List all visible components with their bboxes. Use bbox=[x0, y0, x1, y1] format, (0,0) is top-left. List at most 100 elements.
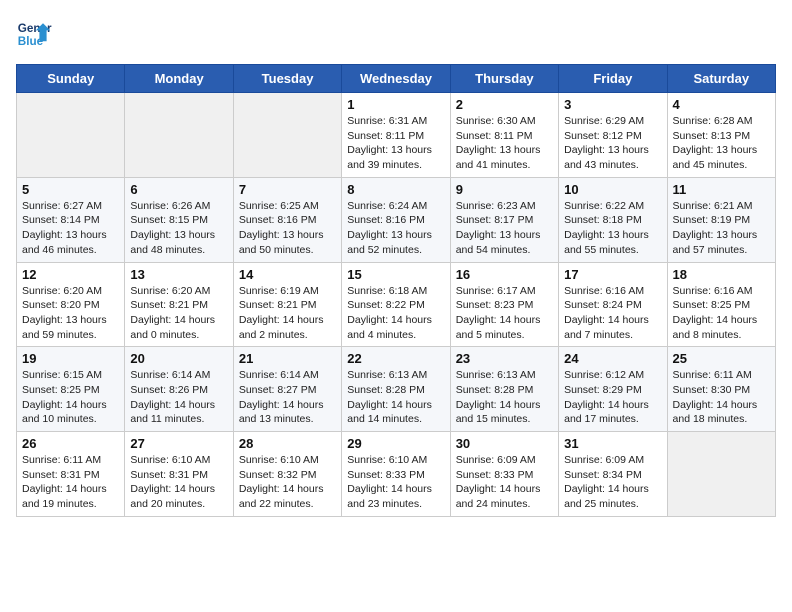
calendar-cell bbox=[17, 93, 125, 178]
logo-icon: General Blue bbox=[16, 16, 52, 52]
calendar-cell: 24 Sunrise: 6:12 AM Sunset: 8:29 PM Dayli… bbox=[559, 347, 667, 432]
day-number: 4 bbox=[673, 97, 770, 112]
day-number: 17 bbox=[564, 267, 661, 282]
day-number: 13 bbox=[130, 267, 227, 282]
calendar-cell: 4 Sunrise: 6:28 AM Sunset: 8:13 PM Daylig… bbox=[667, 93, 775, 178]
day-info: Sunrise: 6:16 AM Sunset: 8:24 PM Dayligh… bbox=[564, 284, 661, 343]
calendar-cell: 6Sunrise: 6:26 AM Sunset: 8:15 PM Daylig… bbox=[125, 177, 233, 262]
weekday-header-row: SundayMondayTuesdayWednesdayThursdayFrid… bbox=[17, 65, 776, 93]
day-info: Sunrise: 6:11 AM Sunset: 8:30 PM Dayligh… bbox=[673, 368, 770, 427]
day-number: 19 bbox=[22, 351, 119, 366]
day-info: Sunrise: 6:20 AM Sunset: 8:20 PM Dayligh… bbox=[22, 284, 119, 343]
calendar-cell: 19 Sunrise: 6:15 AM Sunset: 8:25 PM Dayli… bbox=[17, 347, 125, 432]
day-number: 7 bbox=[239, 182, 336, 197]
calendar-cell: 17 Sunrise: 6:16 AM Sunset: 8:24 PM Dayli… bbox=[559, 262, 667, 347]
calendar-cell: 25 Sunrise: 6:11 AM Sunset: 8:30 PM Dayli… bbox=[667, 347, 775, 432]
calendar-cell: 31 Sunrise: 6:09 AM Sunset: 8:34 PM Dayli… bbox=[559, 432, 667, 517]
calendar-cell: 1Sunrise: 6:31 AM Sunset: 8:11 PM Daylig… bbox=[342, 93, 450, 178]
calendar-cell: 7 Sunrise: 6:25 AM Sunset: 8:16 PM Daylig… bbox=[233, 177, 341, 262]
day-number: 8 bbox=[347, 182, 444, 197]
day-number: 16 bbox=[456, 267, 553, 282]
day-number: 24 bbox=[564, 351, 661, 366]
calendar-week-row: 19 Sunrise: 6:15 AM Sunset: 8:25 PM Dayli… bbox=[17, 347, 776, 432]
calendar-cell: 8 Sunrise: 6:24 AM Sunset: 8:16 PM Daylig… bbox=[342, 177, 450, 262]
day-number: 23 bbox=[456, 351, 553, 366]
day-info: Sunrise: 6:09 AM Sunset: 8:34 PM Dayligh… bbox=[564, 453, 661, 512]
day-info: Sunrise: 6:29 AM Sunset: 8:12 PM Dayligh… bbox=[564, 114, 661, 173]
weekday-header-friday: Friday bbox=[559, 65, 667, 93]
calendar-cell: 14 Sunrise: 6:19 AM Sunset: 8:21 PM Dayli… bbox=[233, 262, 341, 347]
calendar-week-row: 1Sunrise: 6:31 AM Sunset: 8:11 PM Daylig… bbox=[17, 93, 776, 178]
weekday-header-wednesday: Wednesday bbox=[342, 65, 450, 93]
calendar-cell: 16 Sunrise: 6:17 AM Sunset: 8:23 PM Dayli… bbox=[450, 262, 558, 347]
day-number: 27 bbox=[130, 436, 227, 451]
page-header: General Blue bbox=[16, 16, 776, 52]
day-number: 2 bbox=[456, 97, 553, 112]
day-number: 26 bbox=[22, 436, 119, 451]
calendar-cell: 9 Sunrise: 6:23 AM Sunset: 8:17 PM Daylig… bbox=[450, 177, 558, 262]
day-info: Sunrise: 6:30 AM Sunset: 8:11 PM Dayligh… bbox=[456, 114, 553, 173]
weekday-header-saturday: Saturday bbox=[667, 65, 775, 93]
calendar-cell: 21 Sunrise: 6:14 AM Sunset: 8:27 PM Dayli… bbox=[233, 347, 341, 432]
day-number: 11 bbox=[673, 182, 770, 197]
calendar-cell: 15 Sunrise: 6:18 AM Sunset: 8:22 PM Dayli… bbox=[342, 262, 450, 347]
day-info: Sunrise: 6:21 AM Sunset: 8:19 PM Dayligh… bbox=[673, 199, 770, 258]
day-info: Sunrise: 6:18 AM Sunset: 8:22 PM Dayligh… bbox=[347, 284, 444, 343]
day-info: Sunrise: 6:25 AM Sunset: 8:16 PM Dayligh… bbox=[239, 199, 336, 258]
day-info: Sunrise: 6:17 AM Sunset: 8:23 PM Dayligh… bbox=[456, 284, 553, 343]
calendar-cell: 30Sunrise: 6:09 AM Sunset: 8:33 PM Dayli… bbox=[450, 432, 558, 517]
day-info: Sunrise: 6:23 AM Sunset: 8:17 PM Dayligh… bbox=[456, 199, 553, 258]
day-number: 28 bbox=[239, 436, 336, 451]
day-number: 21 bbox=[239, 351, 336, 366]
day-info: Sunrise: 6:13 AM Sunset: 8:28 PM Dayligh… bbox=[347, 368, 444, 427]
day-number: 25 bbox=[673, 351, 770, 366]
calendar-cell: 3Sunrise: 6:29 AM Sunset: 8:12 PM Daylig… bbox=[559, 93, 667, 178]
calendar-table: SundayMondayTuesdayWednesdayThursdayFrid… bbox=[16, 64, 776, 517]
calendar-cell: 5Sunrise: 6:27 AM Sunset: 8:14 PM Daylig… bbox=[17, 177, 125, 262]
day-number: 31 bbox=[564, 436, 661, 451]
day-number: 1 bbox=[347, 97, 444, 112]
calendar-cell: 2 Sunrise: 6:30 AM Sunset: 8:11 PM Daylig… bbox=[450, 93, 558, 178]
day-info: Sunrise: 6:11 AM Sunset: 8:31 PM Dayligh… bbox=[22, 453, 119, 512]
calendar-cell: 12 Sunrise: 6:20 AM Sunset: 8:20 PM Dayli… bbox=[17, 262, 125, 347]
weekday-header-thursday: Thursday bbox=[450, 65, 558, 93]
day-info: Sunrise: 6:19 AM Sunset: 8:21 PM Dayligh… bbox=[239, 284, 336, 343]
weekday-header-monday: Monday bbox=[125, 65, 233, 93]
calendar-cell: 11 Sunrise: 6:21 AM Sunset: 8:19 PM Dayli… bbox=[667, 177, 775, 262]
calendar-cell: 22 Sunrise: 6:13 AM Sunset: 8:28 PM Dayli… bbox=[342, 347, 450, 432]
day-info: Sunrise: 6:14 AM Sunset: 8:27 PM Dayligh… bbox=[239, 368, 336, 427]
day-number: 12 bbox=[22, 267, 119, 282]
day-number: 30 bbox=[456, 436, 553, 451]
weekday-header-sunday: Sunday bbox=[17, 65, 125, 93]
day-info: Sunrise: 6:26 AM Sunset: 8:15 PM Dayligh… bbox=[130, 199, 227, 258]
day-number: 15 bbox=[347, 267, 444, 282]
day-number: 14 bbox=[239, 267, 336, 282]
day-info: Sunrise: 6:28 AM Sunset: 8:13 PM Dayligh… bbox=[673, 114, 770, 173]
day-number: 29 bbox=[347, 436, 444, 451]
day-number: 18 bbox=[673, 267, 770, 282]
calendar-cell: 29 Sunrise: 6:10 AM Sunset: 8:33 PM Dayli… bbox=[342, 432, 450, 517]
day-info: Sunrise: 6:14 AM Sunset: 8:26 PM Dayligh… bbox=[130, 368, 227, 427]
calendar-cell: 10Sunrise: 6:22 AM Sunset: 8:18 PM Dayli… bbox=[559, 177, 667, 262]
calendar-cell: 26 Sunrise: 6:11 AM Sunset: 8:31 PM Dayli… bbox=[17, 432, 125, 517]
calendar-week-row: 26 Sunrise: 6:11 AM Sunset: 8:31 PM Dayli… bbox=[17, 432, 776, 517]
day-info: Sunrise: 6:10 AM Sunset: 8:32 PM Dayligh… bbox=[239, 453, 336, 512]
logo: General Blue bbox=[16, 16, 52, 52]
day-info: Sunrise: 6:12 AM Sunset: 8:29 PM Dayligh… bbox=[564, 368, 661, 427]
calendar-cell: 28 Sunrise: 6:10 AM Sunset: 8:32 PM Dayli… bbox=[233, 432, 341, 517]
calendar-cell: 27Sunrise: 6:10 AM Sunset: 8:31 PM Dayli… bbox=[125, 432, 233, 517]
day-info: Sunrise: 6:16 AM Sunset: 8:25 PM Dayligh… bbox=[673, 284, 770, 343]
day-info: Sunrise: 6:27 AM Sunset: 8:14 PM Dayligh… bbox=[22, 199, 119, 258]
day-info: Sunrise: 6:15 AM Sunset: 8:25 PM Dayligh… bbox=[22, 368, 119, 427]
calendar-cell: 18 Sunrise: 6:16 AM Sunset: 8:25 PM Dayli… bbox=[667, 262, 775, 347]
day-number: 10 bbox=[564, 182, 661, 197]
day-info: Sunrise: 6:20 AM Sunset: 8:21 PM Dayligh… bbox=[130, 284, 227, 343]
day-info: Sunrise: 6:13 AM Sunset: 8:28 PM Dayligh… bbox=[456, 368, 553, 427]
calendar-cell: 20Sunrise: 6:14 AM Sunset: 8:26 PM Dayli… bbox=[125, 347, 233, 432]
calendar-week-row: 5Sunrise: 6:27 AM Sunset: 8:14 PM Daylig… bbox=[17, 177, 776, 262]
day-info: Sunrise: 6:24 AM Sunset: 8:16 PM Dayligh… bbox=[347, 199, 444, 258]
day-number: 22 bbox=[347, 351, 444, 366]
day-number: 9 bbox=[456, 182, 553, 197]
day-info: Sunrise: 6:10 AM Sunset: 8:33 PM Dayligh… bbox=[347, 453, 444, 512]
calendar-cell bbox=[125, 93, 233, 178]
